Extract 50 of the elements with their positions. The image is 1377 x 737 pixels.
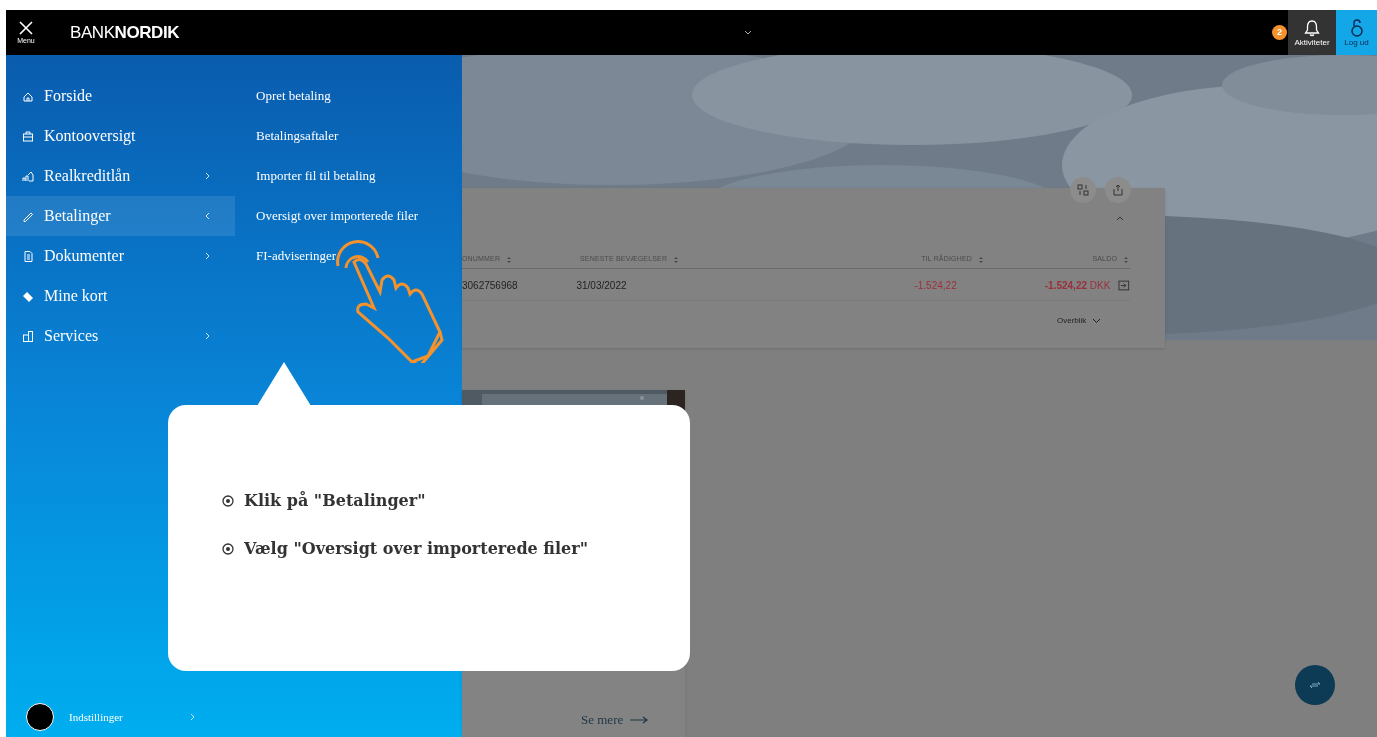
instruction-text: Klik på "Betalinger" [244,490,426,512]
logout-button[interactable]: Log ud [1336,10,1377,55]
table-cell-text: 31/03/2022 [576,279,628,293]
bell-icon [1303,18,1321,37]
submenu-link[interactable]: Betalingsaftaler [256,116,419,156]
share-icon [1112,184,1124,196]
building-icon [22,329,34,343]
arrow-right-icon [629,715,650,724]
padlock-icon [1349,18,1364,38]
menu-item[interactable]: Dokumenter [6,236,235,276]
menu-item[interactable]: Kontooversigt [6,116,235,156]
instruction-text: Vælg "Oversigt over importerede filer" [244,538,588,560]
sort-icon [673,255,681,263]
sort-icon [1123,255,1130,263]
menu-item[interactable]: Mine kort [6,276,235,316]
house-chart-icon [22,169,34,183]
notification-badge: 2 [1272,25,1287,40]
table-cell-text: -1.524,22 DKK [1043,279,1111,293]
avatar [26,703,54,731]
sort-icon [978,255,985,263]
table-cell-text: 3062756968 [462,279,519,293]
exit-icon[interactable] [1118,280,1130,291]
chevron-up-icon[interactable] [1116,216,1124,221]
target-icon [222,495,234,507]
card-icon [22,289,34,303]
briefcase-icon [22,129,34,143]
submenu-link[interactable]: Oversigt over importerede filer [256,196,419,236]
menu-item[interactable]: Services [6,316,235,356]
swap-arrows-icon [1309,680,1321,690]
sort-icon [506,255,514,263]
close-icon [19,21,33,35]
transfer-icon [1077,184,1089,196]
submenu-link[interactable]: Importer fil til betaling [256,156,419,196]
submenu-link[interactable]: FI-adviseringer [256,236,419,276]
menu-item[interactable]: Realkreditlån [6,156,235,196]
settings-button[interactable]: Indstillinger [26,703,195,731]
table-cell-text: -1.524,22 [913,279,958,293]
menu-item[interactable]: Forside [6,76,235,116]
transfer-fab[interactable] [1295,665,1335,705]
target-icon [222,543,234,555]
bank-logo: BANKNORDIK [70,21,180,44]
chevron-right-icon [189,713,195,721]
chevron-down-icon [1092,318,1102,324]
submenu-link[interactable]: Opret betaling [256,76,419,116]
menu-item[interactable]: Betalinger [6,196,235,236]
see-more-link[interactable]: Se mere [581,710,650,730]
document-icon [22,249,34,263]
overview-toggle[interactable]: Overblik [1057,315,1102,327]
chevron-down-icon[interactable] [743,30,752,35]
activities-button[interactable]: Aktiviteter [1288,10,1336,55]
